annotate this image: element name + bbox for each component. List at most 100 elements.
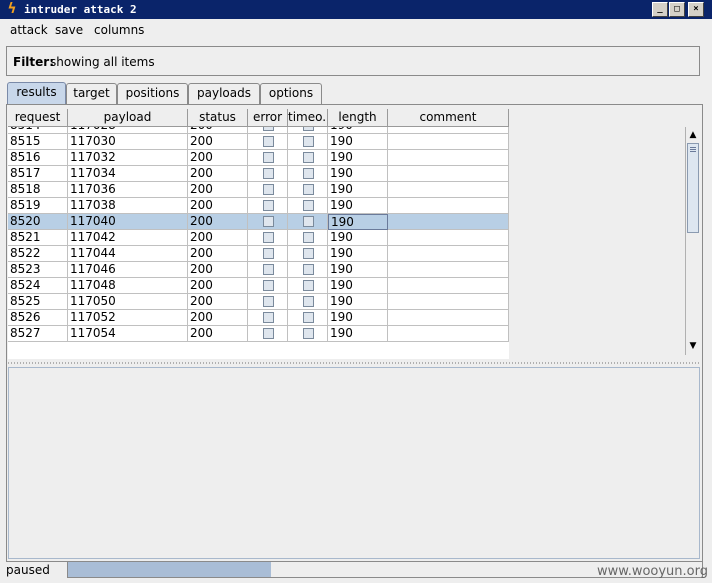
timeout-checkbox[interactable] xyxy=(303,152,314,163)
error-checkbox[interactable] xyxy=(263,264,274,275)
timeout-checkbox[interactable] xyxy=(303,280,314,291)
table-row[interactable]: 8526 117052 200 190 xyxy=(8,310,509,326)
menu-save[interactable]: save xyxy=(55,23,83,37)
filter-label: Filter: xyxy=(13,55,55,69)
column-header-timeout[interactable]: timeo... xyxy=(288,109,328,127)
cell-error xyxy=(248,294,288,310)
timeout-checkbox[interactable] xyxy=(303,248,314,259)
cell-length: 190 xyxy=(328,198,388,214)
cell-payload: 117048 xyxy=(68,278,188,294)
error-checkbox[interactable] xyxy=(263,184,274,195)
column-header-error[interactable]: error xyxy=(248,109,288,127)
split-pane-divider[interactable] xyxy=(8,360,701,366)
table-row[interactable]: 8522 117044 200 190 xyxy=(8,246,509,262)
error-checkbox[interactable] xyxy=(263,168,274,179)
cell-request: 8521 xyxy=(8,230,68,246)
cell-status: 200 xyxy=(188,326,248,342)
cell-timeout xyxy=(288,182,328,198)
cell-comment xyxy=(388,246,509,262)
minimize-button[interactable]: _ xyxy=(652,2,668,17)
timeout-checkbox[interactable] xyxy=(303,136,314,147)
table-body[interactable]: 8513 117026 200 190 85141170282001908515… xyxy=(8,111,509,359)
column-header-request[interactable]: request xyxy=(8,109,68,127)
timeout-checkbox[interactable] xyxy=(303,264,314,275)
column-header-length[interactable]: length xyxy=(328,109,388,127)
status-text: paused xyxy=(6,563,50,577)
menu-columns[interactable]: columns xyxy=(94,23,144,37)
table-row[interactable]: 8519 117038 200 190 xyxy=(8,198,509,214)
menu-attack[interactable]: attack xyxy=(10,23,48,37)
column-header-comment[interactable]: comment xyxy=(388,109,509,127)
cell-request: 8520 xyxy=(8,214,68,230)
table-row[interactable]: 8525 117050 200 190 xyxy=(8,294,509,310)
vertical-scrollbar[interactable]: ▲ ▼ xyxy=(685,127,700,355)
timeout-checkbox[interactable] xyxy=(303,312,314,323)
column-header-status[interactable]: status xyxy=(188,109,248,127)
cell-error xyxy=(248,198,288,214)
cell-timeout xyxy=(288,262,328,278)
cell-payload: 117034 xyxy=(68,166,188,182)
error-checkbox[interactable] xyxy=(263,152,274,163)
cell-comment xyxy=(388,182,509,198)
table-row[interactable]: 8523 117046 200 190 xyxy=(8,262,509,278)
arrow-down-icon[interactable]: ▼ xyxy=(688,341,698,351)
table-row[interactable]: 8524 117048 200 190 xyxy=(8,278,509,294)
cell-request: 8525 xyxy=(8,294,68,310)
cell-error xyxy=(248,182,288,198)
timeout-checkbox[interactable] xyxy=(303,296,314,307)
error-checkbox[interactable] xyxy=(263,216,274,227)
timeout-checkbox[interactable] xyxy=(303,232,314,243)
tab-payloads[interactable]: payloads xyxy=(188,83,260,104)
error-checkbox[interactable] xyxy=(263,136,274,147)
timeout-checkbox[interactable] xyxy=(303,328,314,339)
cell-request: 8527 xyxy=(8,326,68,342)
table-row[interactable]: 8515 117030 200 190 xyxy=(8,134,509,150)
cell-timeout xyxy=(288,310,328,326)
cell-length: 190 xyxy=(328,166,388,182)
error-checkbox[interactable] xyxy=(263,312,274,323)
tab-results[interactable]: results xyxy=(7,82,66,105)
error-checkbox[interactable] xyxy=(263,296,274,307)
cell-request: 8518 xyxy=(8,182,68,198)
cell-timeout xyxy=(288,326,328,342)
timeout-checkbox[interactable] xyxy=(303,200,314,211)
close-button[interactable]: × xyxy=(688,2,704,17)
scrollbar-thumb[interactable] xyxy=(687,143,699,233)
arrow-up-icon[interactable]: ▲ xyxy=(688,130,698,140)
cell-request: 8519 xyxy=(8,198,68,214)
cell-error xyxy=(248,214,288,230)
column-header-payload[interactable]: payload xyxy=(68,109,188,127)
cell-payload: 117044 xyxy=(68,246,188,262)
cell-payload: 117036 xyxy=(68,182,188,198)
error-checkbox[interactable] xyxy=(263,280,274,291)
cell-status: 200 xyxy=(188,278,248,294)
cell-request: 8522 xyxy=(8,246,68,262)
cell-status: 200 xyxy=(188,310,248,326)
error-checkbox[interactable] xyxy=(263,328,274,339)
error-checkbox[interactable] xyxy=(263,200,274,211)
table-row[interactable]: 8521 117042 200 190 xyxy=(8,230,509,246)
cell-comment xyxy=(388,262,509,278)
cell-error xyxy=(248,310,288,326)
table-row[interactable]: 8516 117032 200 190 xyxy=(8,150,509,166)
cell-request: 8526 xyxy=(8,310,68,326)
filter-bar[interactable]: Filter: showing all items xyxy=(6,46,700,76)
tab-options[interactable]: options xyxy=(260,83,322,104)
table-row[interactable]: 8517 117034 200 190 xyxy=(8,166,509,182)
tab-positions[interactable]: positions xyxy=(117,83,188,104)
error-checkbox[interactable] xyxy=(263,248,274,259)
cell-timeout xyxy=(288,166,328,182)
table-row[interactable]: 8527 117054 200 190 xyxy=(8,326,509,342)
table-row-selected[interactable]: 8520 117040 200 190 xyxy=(8,214,509,230)
cell-comment xyxy=(388,166,509,182)
results-table[interactable]: 8513 117026 200 190 85141170282001908515… xyxy=(8,109,685,359)
timeout-checkbox[interactable] xyxy=(303,168,314,179)
error-checkbox[interactable] xyxy=(263,232,274,243)
tab-target[interactable]: target xyxy=(66,83,117,104)
maximize-button[interactable]: □ xyxy=(669,2,685,17)
table-row[interactable]: 8518 117036 200 190 xyxy=(8,182,509,198)
cell-request: 8517 xyxy=(8,166,68,182)
cell-error xyxy=(248,246,288,262)
timeout-checkbox[interactable] xyxy=(303,184,314,195)
timeout-checkbox[interactable] xyxy=(303,216,314,227)
